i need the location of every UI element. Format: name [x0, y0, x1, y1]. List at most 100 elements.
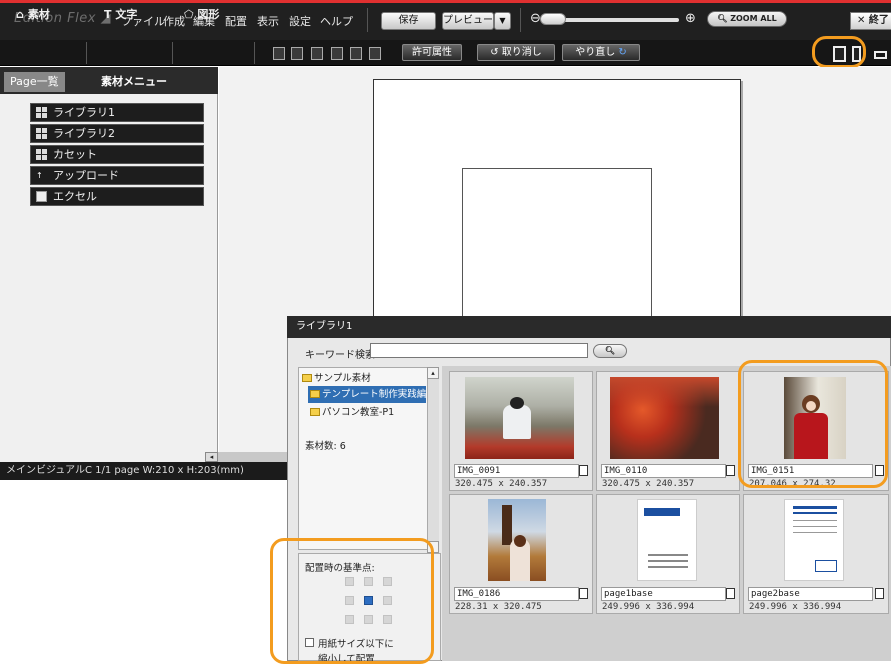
horizontal-scrollbar[interactable]: [218, 452, 288, 462]
tree-item-template[interactable]: テンプレート制作実践編: [308, 386, 426, 403]
redo-icon: ↻: [615, 47, 627, 58]
page-preview: [784, 499, 844, 581]
help-icon[interactable]: [369, 47, 381, 60]
thumbnail-size: 249.996 x 336.994: [602, 602, 695, 612]
menu-view[interactable]: 表示: [257, 13, 279, 29]
preview-button[interactable]: プレビュー: [442, 12, 494, 30]
zoom-all-button[interactable]: 🔍︎ ZOOM ALL: [707, 11, 787, 27]
fit-to-paper-checkbox[interactable]: [305, 638, 314, 647]
zoom-all-label: ZOOM ALL: [730, 14, 777, 23]
thumbnail-name: page2base: [748, 587, 873, 601]
undo-label: 取り消し: [501, 47, 542, 58]
anchor-bottom-right[interactable]: [383, 615, 392, 624]
toolbar-separator: [86, 42, 87, 64]
photo-kimono-girl: [784, 377, 846, 459]
tree-item-label: テンプレート制作実践編: [322, 389, 427, 400]
thumbnail-name: page1base: [601, 587, 726, 601]
bring-front-icon[interactable]: [291, 47, 303, 60]
thumbnail-item[interactable]: page1base 249.996 x 336.994: [596, 494, 740, 614]
menu-create[interactable]: 作成: [163, 13, 185, 29]
thumbnail-item[interactable]: page2base 249.996 x 336.994: [743, 494, 889, 614]
details-icon[interactable]: [579, 465, 588, 476]
menu-help[interactable]: ヘルプ: [320, 13, 353, 29]
details-icon[interactable]: [875, 465, 884, 476]
redo-button[interactable]: やり直し ↻: [562, 44, 640, 61]
permission-button[interactable]: 許可属性: [402, 44, 462, 61]
thumbnail-item[interactable]: IMG_0091 320.475 x 240.357: [449, 371, 593, 491]
scroll-left-arrow[interactable]: ◂: [205, 452, 218, 462]
sidebar-item-cassette[interactable]: カセット: [30, 145, 204, 164]
group-icon[interactable]: [311, 47, 323, 60]
sozai-button[interactable]: ⌂ 素材: [16, 6, 50, 22]
keyword-search-input[interactable]: [370, 343, 588, 358]
text-button[interactable]: T 文字: [104, 6, 137, 22]
pentagon-icon: ⬠: [184, 8, 198, 21]
fit-label-line2: 縮小して配置: [318, 654, 375, 665]
sidebar-item-label: ライブラリ1: [53, 106, 115, 119]
details-icon[interactable]: [726, 465, 735, 476]
status-bar: メインビジュアルC 1/1 page W:210 x H:203(mm): [0, 462, 290, 480]
grid-icon: [36, 107, 47, 118]
photo-pagoda-girl: [488, 499, 546, 581]
anchor-middle-right[interactable]: [383, 596, 392, 605]
grid-icon: [36, 149, 47, 160]
scroll-up-arrow[interactable]: ▴: [427, 367, 439, 379]
anchor-top-center[interactable]: [364, 577, 373, 586]
anchor-bottom-left[interactable]: [345, 615, 354, 624]
zoom-slider-thumb[interactable]: [540, 13, 566, 25]
anchor-middle-left[interactable]: [345, 596, 354, 605]
anchor-top-right[interactable]: [383, 577, 392, 586]
spread-view-icon[interactable]: [852, 46, 861, 62]
details-icon[interactable]: [726, 588, 735, 599]
preview-dropdown-button[interactable]: ▼: [494, 12, 511, 30]
details-icon[interactable]: [579, 588, 588, 599]
thumbnail-item[interactable]: IMG_0110 320.475 x 240.357: [596, 371, 740, 491]
search-icon: 🔍︎: [717, 14, 731, 23]
landscape-view-icon[interactable]: [874, 51, 887, 59]
thumbnail-item[interactable]: IMG_0151 207.046 x 274.32: [743, 371, 889, 491]
redo-label: やり直し: [575, 47, 616, 58]
sidebar-item-library2[interactable]: ライブラリ2: [30, 124, 204, 143]
scroll-down-arrow[interactable]: [427, 541, 439, 553]
upload-icon: ↑: [36, 171, 43, 180]
anchor-label: 配置時の基準点:: [305, 563, 375, 574]
sidebar-item-upload[interactable]: ↑ アップロード: [30, 166, 204, 185]
tree-item-pc-class[interactable]: パソコン教室-P1: [308, 404, 394, 421]
keyword-label: キーワード検索:: [305, 350, 379, 361]
single-page-view-icon[interactable]: [833, 46, 846, 62]
material-count: 素材数: 6: [305, 441, 346, 452]
ungroup-icon[interactable]: [331, 47, 343, 60]
image-frame[interactable]: [462, 168, 652, 328]
fit-label-line1: 用紙サイズ以下に: [318, 639, 394, 650]
search-button[interactable]: 🔍︎: [593, 344, 627, 358]
search-icon: 🔍︎: [604, 346, 616, 355]
anchor-center[interactable]: [364, 596, 373, 605]
tree-item-sample[interactable]: サンプル素材: [300, 370, 371, 387]
sidebar-item-library1[interactable]: ライブラリ1: [30, 103, 204, 122]
tree-item-label: パソコン教室-P1: [322, 407, 395, 418]
thumbnail-item[interactable]: IMG_0186 228.31 x 320.475: [449, 494, 593, 614]
zoom-in-icon[interactable]: ⊕: [685, 11, 696, 26]
details-icon[interactable]: [875, 588, 884, 599]
anchor-bottom-center[interactable]: [364, 615, 373, 624]
undo-button[interactable]: ↺ 取り消し: [477, 44, 555, 61]
sidebar-item-excel[interactable]: エクセル: [30, 187, 204, 206]
thumbnail-size: 249.996 x 336.994: [749, 602, 842, 612]
folder-icon: [310, 408, 320, 416]
anchor-top-left[interactable]: [345, 577, 354, 586]
photo-autumn-leaves: [610, 377, 719, 459]
tree-scrollbar[interactable]: [427, 367, 439, 552]
save-button[interactable]: 保存: [381, 12, 436, 30]
thumbnail-name: IMG_0110: [601, 464, 726, 478]
shape-button[interactable]: ⬠ 図形: [184, 6, 219, 22]
tab-material-menu[interactable]: 素材メニュー: [95, 72, 173, 92]
menu-layout[interactable]: 配置: [225, 13, 247, 29]
menu-separator: [367, 8, 368, 32]
text-t-icon: T: [104, 8, 116, 21]
house-icon: ⌂: [16, 8, 28, 21]
tab-page-list[interactable]: Page一覧: [4, 72, 65, 92]
align-icon[interactable]: [273, 47, 285, 60]
menu-settings[interactable]: 設定: [289, 13, 311, 29]
delete-icon[interactable]: [350, 47, 362, 60]
close-button[interactable]: ✕ 終了: [850, 12, 891, 30]
